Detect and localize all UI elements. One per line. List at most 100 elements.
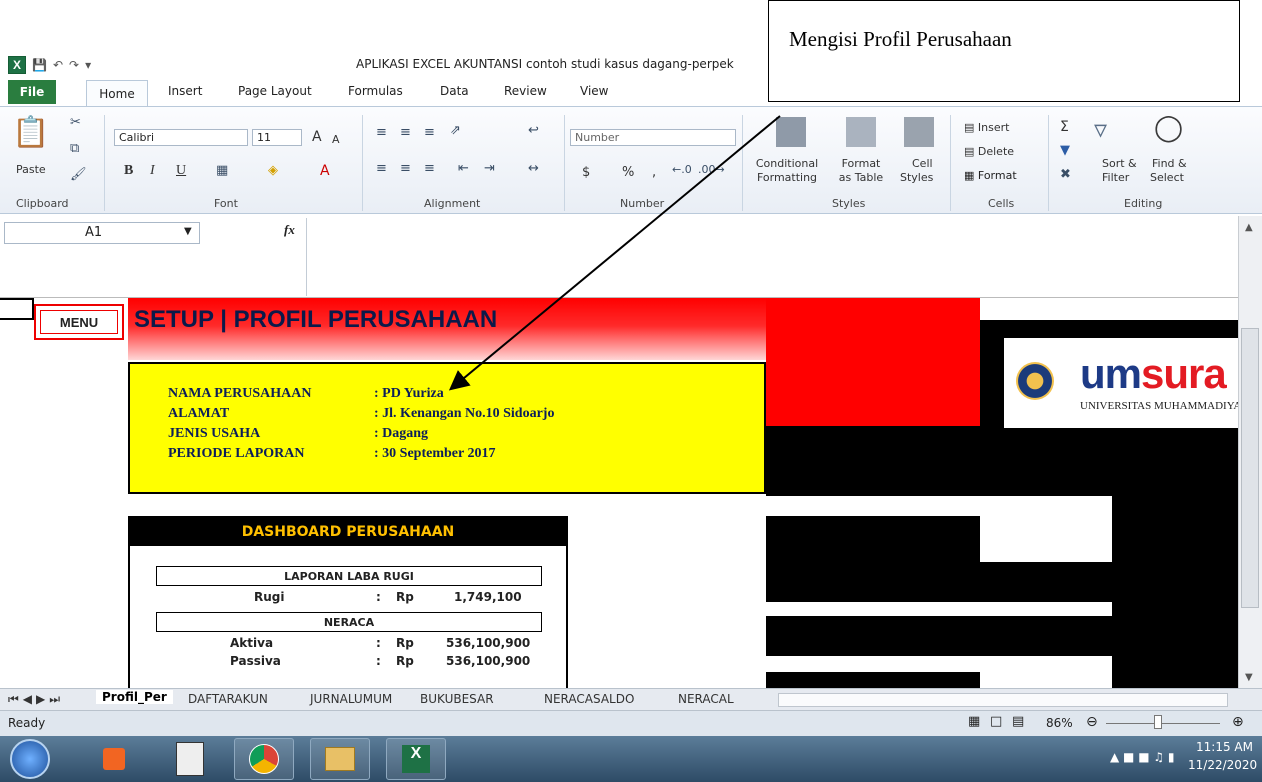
align-bottom-icon[interactable]: ≡: [424, 125, 435, 140]
redo-icon[interactable]: ↷: [69, 58, 79, 72]
start-button-icon[interactable]: [10, 739, 50, 779]
format-as-table-icon[interactable]: [846, 117, 876, 147]
comma-button[interactable]: ,: [652, 165, 656, 180]
format-painter-icon[interactable]: 🖌: [70, 167, 87, 182]
address-value[interactable]: : Jl. Kenangan No.10 Sidoarjo: [374, 406, 554, 422]
merge-center-icon[interactable]: ↔: [528, 161, 539, 176]
currency-button[interactable]: $: [582, 165, 590, 180]
grow-font-button[interactable]: A: [312, 129, 322, 145]
align-center-icon[interactable]: ≡: [400, 161, 411, 176]
bold-button[interactable]: B: [124, 163, 133, 179]
taskbar-app-icon[interactable]: [310, 738, 370, 780]
zoom-slider-thumb[interactable]: [1154, 715, 1162, 729]
shrink-font-button[interactable]: A: [332, 133, 340, 146]
tray-icons[interactable]: ▲ ■ ■ ♫ ▮: [1110, 750, 1175, 764]
autosum-button[interactable]: Σ: [1060, 119, 1069, 135]
increase-decimal-icon[interactable]: ←.0: [672, 163, 692, 176]
cell-styles-label-2[interactable]: Styles: [900, 171, 933, 184]
taskbar-app-icon[interactable]: X: [386, 738, 446, 780]
taskbar-app-icon[interactable]: [84, 738, 144, 780]
name-box-dropdown-icon[interactable]: ▼: [184, 226, 192, 237]
delete-cells-button[interactable]: ▤ Delete: [964, 145, 1014, 158]
percent-button[interactable]: %: [622, 165, 634, 180]
normal-view-icon[interactable]: ▦: [968, 714, 980, 729]
tab-file[interactable]: File: [8, 80, 56, 104]
increase-indent-icon[interactable]: ⇥: [484, 161, 495, 176]
zoom-out-icon[interactable]: ⊖: [1086, 714, 1098, 730]
save-icon[interactable]: 💾: [32, 58, 47, 72]
font-size-select[interactable]: 11: [252, 129, 302, 146]
excel-app-icon[interactable]: X: [8, 56, 26, 74]
format-as-table-label-2[interactable]: as Table: [826, 171, 896, 184]
align-middle-icon[interactable]: ≡: [400, 125, 411, 140]
undo-icon[interactable]: ↶: [53, 58, 63, 72]
sort-filter-icon[interactable]: ▿: [1094, 115, 1107, 145]
sheet-tab-profil[interactable]: Profil_Per: [96, 690, 173, 704]
number-format-select[interactable]: Number: [570, 129, 736, 146]
name-box[interactable]: A1: [4, 222, 200, 244]
font-color-button[interactable]: A: [320, 163, 330, 179]
fill-icon[interactable]: ▼: [1060, 143, 1070, 158]
tab-view[interactable]: View: [580, 84, 608, 98]
zoom-in-icon[interactable]: ⊕: [1232, 714, 1244, 730]
formula-input[interactable]: [306, 218, 1238, 296]
conditional-formatting-label[interactable]: Conditional: [752, 157, 822, 170]
sheet-tab-bukubesar[interactable]: BUKUBESAR: [420, 692, 494, 706]
sheet-tab-neracasaldo[interactable]: NERACASALDO: [544, 692, 634, 706]
underline-button[interactable]: U: [176, 163, 186, 179]
tab-review[interactable]: Review: [504, 84, 547, 98]
find-select-label-2[interactable]: Select: [1150, 171, 1184, 184]
find-select-label[interactable]: Find &: [1152, 157, 1187, 170]
cut-icon[interactable]: ✂: [70, 115, 81, 130]
clock-time[interactable]: 11:15 AM: [1196, 740, 1253, 754]
sheet-tab-daftarakun[interactable]: DAFTARAKUN: [188, 692, 268, 706]
paste-button-label[interactable]: Paste: [16, 163, 46, 176]
copy-icon[interactable]: ⧉: [70, 141, 79, 156]
horizontal-scrollbar[interactable]: [778, 693, 1228, 707]
business-type-value[interactable]: : Dagang: [374, 426, 428, 442]
clock-date[interactable]: 11/22/2020: [1188, 758, 1257, 772]
insert-cells-button[interactable]: ▤ Insert: [964, 121, 1009, 134]
fill-color-icon[interactable]: ◈: [268, 163, 278, 178]
company-name-value[interactable]: : PD Yuriza: [374, 386, 444, 402]
cell-styles-icon[interactable]: [904, 117, 934, 147]
tab-home[interactable]: Home: [86, 80, 148, 106]
binoculars-icon[interactable]: ◯: [1154, 113, 1183, 143]
sheet-tab-jurnalumum[interactable]: JURNALUMUM: [310, 692, 392, 706]
sheet-nav-icon[interactable]: ⏮◀▶⏭: [8, 692, 64, 707]
paste-icon[interactable]: 📋: [12, 115, 49, 150]
tab-page-layout[interactable]: Page Layout: [238, 84, 312, 98]
report-period-value[interactable]: : 30 September 2017: [374, 446, 495, 462]
taskbar-app-icon[interactable]: [160, 738, 220, 780]
vertical-scrollbar[interactable]: ▲ ▼: [1238, 216, 1262, 688]
worksheet-grid[interactable]: SETUP | PROFIL PERUSAHAAN MENU NAMA PERU…: [0, 298, 1238, 688]
tab-data[interactable]: Data: [440, 84, 469, 98]
scroll-down-icon[interactable]: ▼: [1245, 672, 1253, 683]
sort-filter-label-2[interactable]: Filter: [1102, 171, 1129, 184]
italic-button[interactable]: I: [150, 163, 155, 179]
wrap-text-icon[interactable]: ↩: [528, 123, 539, 138]
tab-formulas[interactable]: Formulas: [348, 84, 403, 98]
scroll-up-icon[interactable]: ▲: [1245, 222, 1253, 233]
clear-icon[interactable]: ✖: [1060, 167, 1071, 182]
cell-styles-label[interactable]: Cell: [912, 157, 933, 170]
align-left-icon[interactable]: ≡: [376, 161, 387, 176]
conditional-formatting-label-2[interactable]: Formatting: [750, 171, 824, 184]
decrease-indent-icon[interactable]: ⇤: [458, 161, 469, 176]
format-as-table-label[interactable]: Format: [830, 157, 892, 170]
format-cells-button[interactable]: ▦ Format: [964, 169, 1017, 182]
align-right-icon[interactable]: ≡: [424, 161, 435, 176]
tab-insert[interactable]: Insert: [168, 84, 202, 98]
sort-filter-label[interactable]: Sort &: [1102, 157, 1137, 170]
borders-icon[interactable]: ▦: [216, 163, 228, 178]
menu-button[interactable]: MENU: [34, 304, 124, 340]
scroll-thumb[interactable]: [1241, 328, 1259, 608]
page-break-view-icon[interactable]: ▤: [1012, 714, 1024, 729]
decrease-decimal-icon[interactable]: .00→: [698, 163, 725, 176]
zoom-level[interactable]: 86%: [1046, 716, 1073, 730]
sheet-tab-neracal[interactable]: NERACAL: [678, 692, 734, 706]
zoom-slider[interactable]: [1106, 723, 1220, 724]
page-layout-view-icon[interactable]: □: [990, 714, 1002, 729]
taskbar-app-icon[interactable]: [234, 738, 294, 780]
font-name-select[interactable]: Calibri: [114, 129, 248, 146]
